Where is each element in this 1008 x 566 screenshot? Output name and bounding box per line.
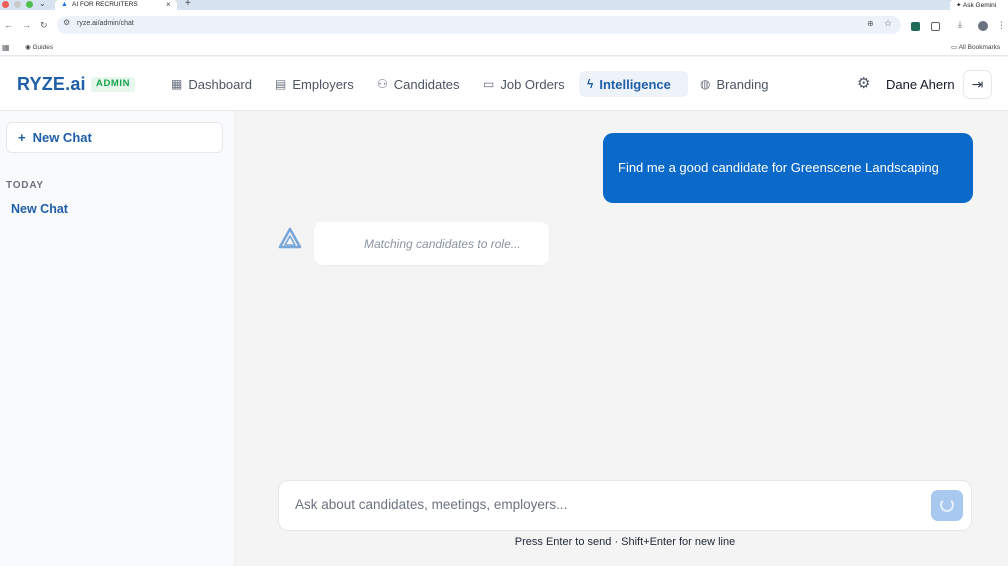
bookmark-star-icon[interactable]: ☆ [884, 18, 892, 29]
ask-gemini-button[interactable]: ✦ Ask Gemini [950, 0, 1008, 10]
nav-label: Employers [292, 76, 354, 92]
admin-badge: ADMIN [91, 77, 136, 92]
briefcase-icon: ▭ [483, 77, 495, 91]
bookmarks-bar: ▦ ◉ Guides ▭ All Bookmarks [0, 40, 1008, 56]
browser-tabstrip: ⌄ ▲ AI FOR RECRUITERS × + ✦ Ask Gemini [0, 0, 1008, 10]
browser-toolbar: ← → ↻ ⚙ ryze.ai/admin/chat ⊕ ☆ ⤓ ⋮ [0, 10, 1008, 40]
nav-intelligence[interactable]: ϟ Intelligence [579, 71, 688, 97]
bookmark-favicon-icon: ◉ [25, 44, 31, 51]
ask-gemini-label: Ask Gemini [962, 2, 997, 9]
new-tab-button[interactable]: + [185, 0, 191, 9]
tab-close-icon[interactable]: × [166, 0, 171, 9]
user-message-bubble: Find me a good candidate for Greenscene … [603, 133, 973, 203]
nav-label: Intelligence [599, 76, 671, 92]
send-button[interactable] [931, 490, 963, 521]
address-url: ryze.ai/admin/chat [77, 20, 134, 27]
nav-candidates[interactable]: ⚇ Candidates [369, 71, 468, 97]
tab-favicon-icon: ▲ [61, 1, 68, 8]
all-bookmarks-label: All Bookmarks [958, 44, 1001, 51]
forward-icon[interactable]: → [22, 20, 31, 30]
loading-spinner-icon [940, 498, 954, 512]
grid-icon: ▦ [171, 77, 183, 91]
logo[interactable]: RYZE.ai [17, 74, 86, 95]
window-close-button[interactable] [2, 1, 9, 8]
new-chat-button[interactable]: + New Chat [6, 122, 223, 153]
reload-icon[interactable]: ↻ [40, 20, 48, 31]
plus-icon: + [18, 130, 26, 145]
apps-grid-icon[interactable]: ▦ [2, 43, 10, 52]
nav-label: Candidates [393, 76, 460, 92]
folder-icon: ▭ [951, 44, 958, 51]
tab-title: AI FOR RECRUITERS [72, 1, 138, 8]
nav-employers[interactable]: ▤ Employers [267, 71, 362, 97]
chat-sidebar: + New Chat TODAY New Chat [0, 111, 235, 566]
composer-hint: Press Enter to send · Shift+Enter for ne… [514, 536, 736, 548]
extensions-puzzle-icon[interactable] [931, 22, 940, 31]
browser-tab[interactable]: ▲ AI FOR RECRUITERS × [55, 0, 177, 10]
tab-search-icon[interactable]: ⌄ [39, 0, 46, 8]
nav-job-orders[interactable]: ▭ Job Orders [475, 71, 573, 97]
settings-gear-icon[interactable]: ⚙ [857, 74, 870, 92]
nav-branding[interactable]: ◍ Branding [692, 71, 777, 97]
back-icon[interactable]: ← [4, 20, 13, 30]
profile-avatar[interactable] [978, 21, 988, 31]
chat-input[interactable] [295, 497, 915, 512]
browser-menu-icon[interactable]: ⋮ [997, 20, 1006, 31]
gemini-icon: ✦ [956, 2, 962, 9]
bolt-icon: ϟ [587, 77, 594, 91]
section-label-today: TODAY [6, 180, 44, 191]
new-chat-label: New Chat [32, 130, 92, 145]
nav-label: Branding [716, 76, 769, 92]
address-bar[interactable]: ⚙ ryze.ai/admin/chat ⊕ ☆ [57, 16, 901, 34]
nav-label: Dashboard [188, 76, 252, 92]
site-info-icon[interactable]: ⚙ [63, 18, 70, 27]
user-name: Dane Ahern [886, 77, 955, 92]
app-header: RYZE.ai ADMIN ▦ Dashboard ▤ Employers ⚇ … [0, 57, 1008, 111]
bookmark-guides-label: Guides [32, 44, 54, 51]
logout-button[interactable]: ⇥ [963, 70, 992, 99]
assistant-logo-icon [278, 227, 302, 249]
nav-label: Job Orders [500, 76, 565, 92]
chat-composer [278, 480, 972, 531]
zoom-icon[interactable]: ⊕ [867, 19, 874, 28]
bookmark-guides[interactable]: ◉ Guides [25, 43, 53, 51]
palette-icon: ◍ [700, 77, 711, 91]
window-maximize-button[interactable] [26, 1, 33, 8]
assistant-status-bubble: Matching candidates to role... [314, 222, 549, 265]
nav-dashboard[interactable]: ▦ Dashboard [163, 71, 260, 97]
extension-icon[interactable] [911, 22, 920, 31]
building-icon: ▤ [275, 77, 287, 91]
download-icon[interactable]: ⤓ [958, 19, 962, 30]
all-bookmarks[interactable]: ▭ All Bookmarks [951, 43, 1000, 51]
logout-icon: ⇥ [971, 76, 984, 92]
chat-history-item[interactable]: New Chat [11, 202, 68, 216]
window-minimize-button[interactable] [14, 1, 21, 8]
users-icon: ⚇ [377, 77, 388, 91]
